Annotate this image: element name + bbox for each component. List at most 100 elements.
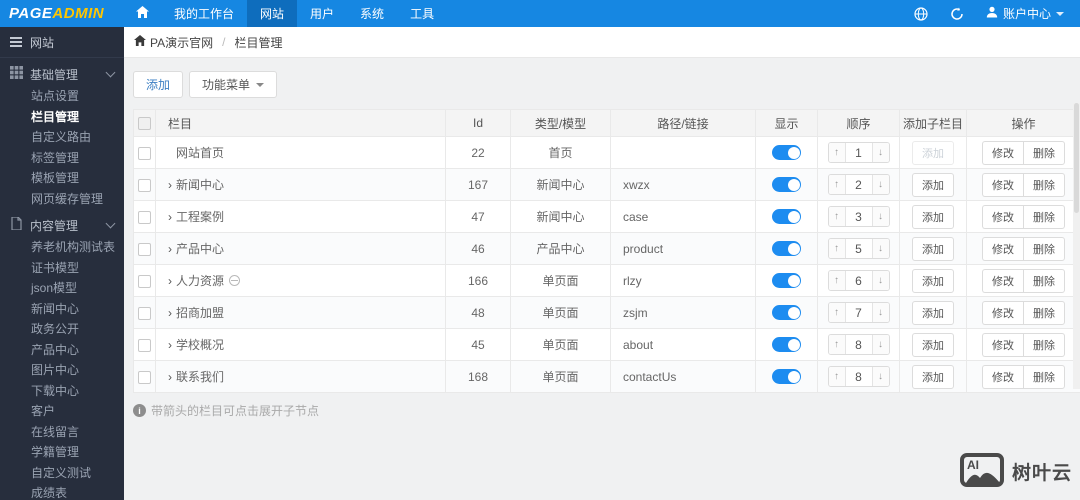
- order-up-icon[interactable]: ↑: [828, 367, 846, 386]
- row-name-cell[interactable]: ›网站首页: [155, 136, 446, 169]
- sidebar-item[interactable]: 养老机构测试表: [0, 237, 124, 258]
- edit-button[interactable]: 修改: [982, 140, 1023, 165]
- delete-button[interactable]: 删除: [1023, 332, 1065, 357]
- order-up-icon[interactable]: ↑: [828, 239, 846, 258]
- sidebar-item[interactable]: 站点设置: [0, 86, 124, 107]
- sidebar-item[interactable]: 图片中心: [0, 360, 124, 381]
- delete-button[interactable]: 删除: [1023, 364, 1065, 389]
- expand-arrow-icon[interactable]: ›: [168, 242, 172, 256]
- sidebar-group-1[interactable]: 内容管理: [0, 213, 124, 237]
- order-value[interactable]: 3: [846, 207, 872, 226]
- sidebar-item[interactable]: 在线留言: [0, 422, 124, 443]
- sidebar-item[interactable]: 客户: [0, 401, 124, 422]
- visible-toggle[interactable]: [772, 273, 801, 289]
- sidebar-collapse-toggle[interactable]: 网站: [0, 27, 124, 58]
- nav-item-4[interactable]: 工具: [397, 0, 447, 27]
- edit-button[interactable]: 修改: [982, 268, 1023, 293]
- visible-toggle[interactable]: [772, 177, 801, 193]
- edit-button[interactable]: 修改: [982, 204, 1023, 229]
- order-up-icon[interactable]: ↑: [828, 335, 846, 354]
- sidebar-item[interactable]: 自定义测试: [0, 463, 124, 484]
- sidebar-item[interactable]: 标签管理: [0, 148, 124, 169]
- sidebar-item[interactable]: 模板管理: [0, 168, 124, 189]
- sidebar-item[interactable]: 网页缓存管理: [0, 189, 124, 210]
- row-name-cell[interactable]: › 工程案例: [155, 200, 446, 233]
- row-name-cell[interactable]: › 联系我们: [155, 360, 446, 393]
- sidebar-item[interactable]: 自定义路由: [0, 127, 124, 148]
- visible-toggle[interactable]: [772, 209, 801, 225]
- row-checkbox[interactable]: [138, 306, 151, 320]
- expand-arrow-icon[interactable]: ›: [168, 210, 172, 224]
- row-name-cell[interactable]: › 人力资源: [155, 264, 446, 297]
- expand-arrow-icon[interactable]: ›: [168, 178, 172, 192]
- order-value[interactable]: 1: [846, 143, 872, 162]
- add-child-button[interactable]: 添加: [912, 332, 954, 357]
- expand-arrow-icon[interactable]: ›: [168, 306, 172, 320]
- sidebar-item[interactable]: 产品中心: [0, 340, 124, 361]
- nav-item-1[interactable]: 网站: [247, 0, 298, 27]
- edit-button[interactable]: 修改: [982, 364, 1023, 389]
- expand-arrow-icon[interactable]: ›: [168, 370, 172, 384]
- row-checkbox[interactable]: [138, 242, 151, 256]
- delete-button[interactable]: 删除: [1023, 300, 1065, 325]
- add-child-button[interactable]: 添加: [912, 204, 954, 229]
- sidebar-group-0[interactable]: 基础管理: [0, 62, 124, 86]
- globe-icon[interactable]: [914, 6, 928, 21]
- home-nav-button[interactable]: [124, 0, 161, 27]
- order-value[interactable]: 8: [846, 335, 872, 354]
- visible-toggle[interactable]: [772, 337, 801, 353]
- order-down-icon[interactable]: ↓: [871, 303, 889, 322]
- expand-arrow-icon[interactable]: ›: [168, 274, 172, 288]
- visible-toggle[interactable]: [772, 241, 801, 257]
- row-checkbox[interactable]: [138, 178, 151, 192]
- function-menu-button[interactable]: 功能菜单: [189, 71, 278, 98]
- visible-toggle[interactable]: [772, 145, 801, 161]
- add-child-button[interactable]: 添加: [912, 268, 954, 293]
- order-value[interactable]: 2: [846, 175, 872, 194]
- row-name-cell[interactable]: › 新闻中心: [155, 168, 446, 201]
- sidebar-item[interactable]: 栏目管理: [0, 107, 124, 128]
- add-child-button[interactable]: 添加: [912, 236, 954, 261]
- order-up-icon[interactable]: ↑: [828, 303, 846, 322]
- sidebar-item[interactable]: 成绩表: [0, 483, 124, 500]
- row-name-cell[interactable]: › 招商加盟: [155, 296, 446, 329]
- nav-item-2[interactable]: 用户: [297, 0, 347, 27]
- nav-item-0[interactable]: 我的工作台: [161, 0, 247, 27]
- delete-button[interactable]: 删除: [1023, 268, 1065, 293]
- row-checkbox[interactable]: [138, 274, 151, 288]
- add-child-button[interactable]: 添加: [912, 172, 954, 197]
- visible-toggle[interactable]: [772, 305, 801, 321]
- edit-button[interactable]: 修改: [982, 172, 1023, 197]
- order-down-icon[interactable]: ↓: [871, 367, 889, 386]
- sidebar-item[interactable]: json模型: [0, 278, 124, 299]
- order-value[interactable]: 7: [846, 303, 872, 322]
- sidebar-item[interactable]: 下载中心: [0, 381, 124, 402]
- delete-button[interactable]: 删除: [1023, 204, 1065, 229]
- sidebar-item[interactable]: 证书模型: [0, 258, 124, 279]
- row-checkbox[interactable]: [138, 210, 151, 224]
- add-child-button[interactable]: 添加: [912, 300, 954, 325]
- nav-item-3[interactable]: 系统: [347, 0, 397, 27]
- delete-button[interactable]: 删除: [1023, 140, 1065, 165]
- add-button[interactable]: 添加: [133, 71, 184, 98]
- visible-toggle[interactable]: [772, 369, 801, 385]
- account-menu[interactable]: 账户中心: [986, 5, 1064, 22]
- refresh-icon[interactable]: [950, 7, 964, 21]
- order-down-icon[interactable]: ↓: [871, 143, 889, 162]
- sidebar-item[interactable]: 政务公开: [0, 319, 124, 340]
- edit-button[interactable]: 修改: [982, 332, 1023, 357]
- order-down-icon[interactable]: ↓: [871, 207, 889, 226]
- expand-arrow-icon[interactable]: ›: [168, 338, 172, 352]
- row-checkbox[interactable]: [138, 146, 151, 160]
- sidebar-item[interactable]: 新闻中心: [0, 299, 124, 320]
- row-checkbox[interactable]: [138, 370, 151, 384]
- row-name-cell[interactable]: › 学校概况: [155, 328, 446, 361]
- table-scrollbar[interactable]: [1073, 103, 1080, 389]
- add-child-button[interactable]: 添加: [912, 364, 954, 389]
- order-up-icon[interactable]: ↑: [828, 207, 846, 226]
- order-up-icon[interactable]: ↑: [828, 143, 846, 162]
- row-checkbox[interactable]: [138, 338, 151, 352]
- order-down-icon[interactable]: ↓: [871, 335, 889, 354]
- order-down-icon[interactable]: ↓: [871, 239, 889, 258]
- sidebar-item[interactable]: 学籍管理: [0, 442, 124, 463]
